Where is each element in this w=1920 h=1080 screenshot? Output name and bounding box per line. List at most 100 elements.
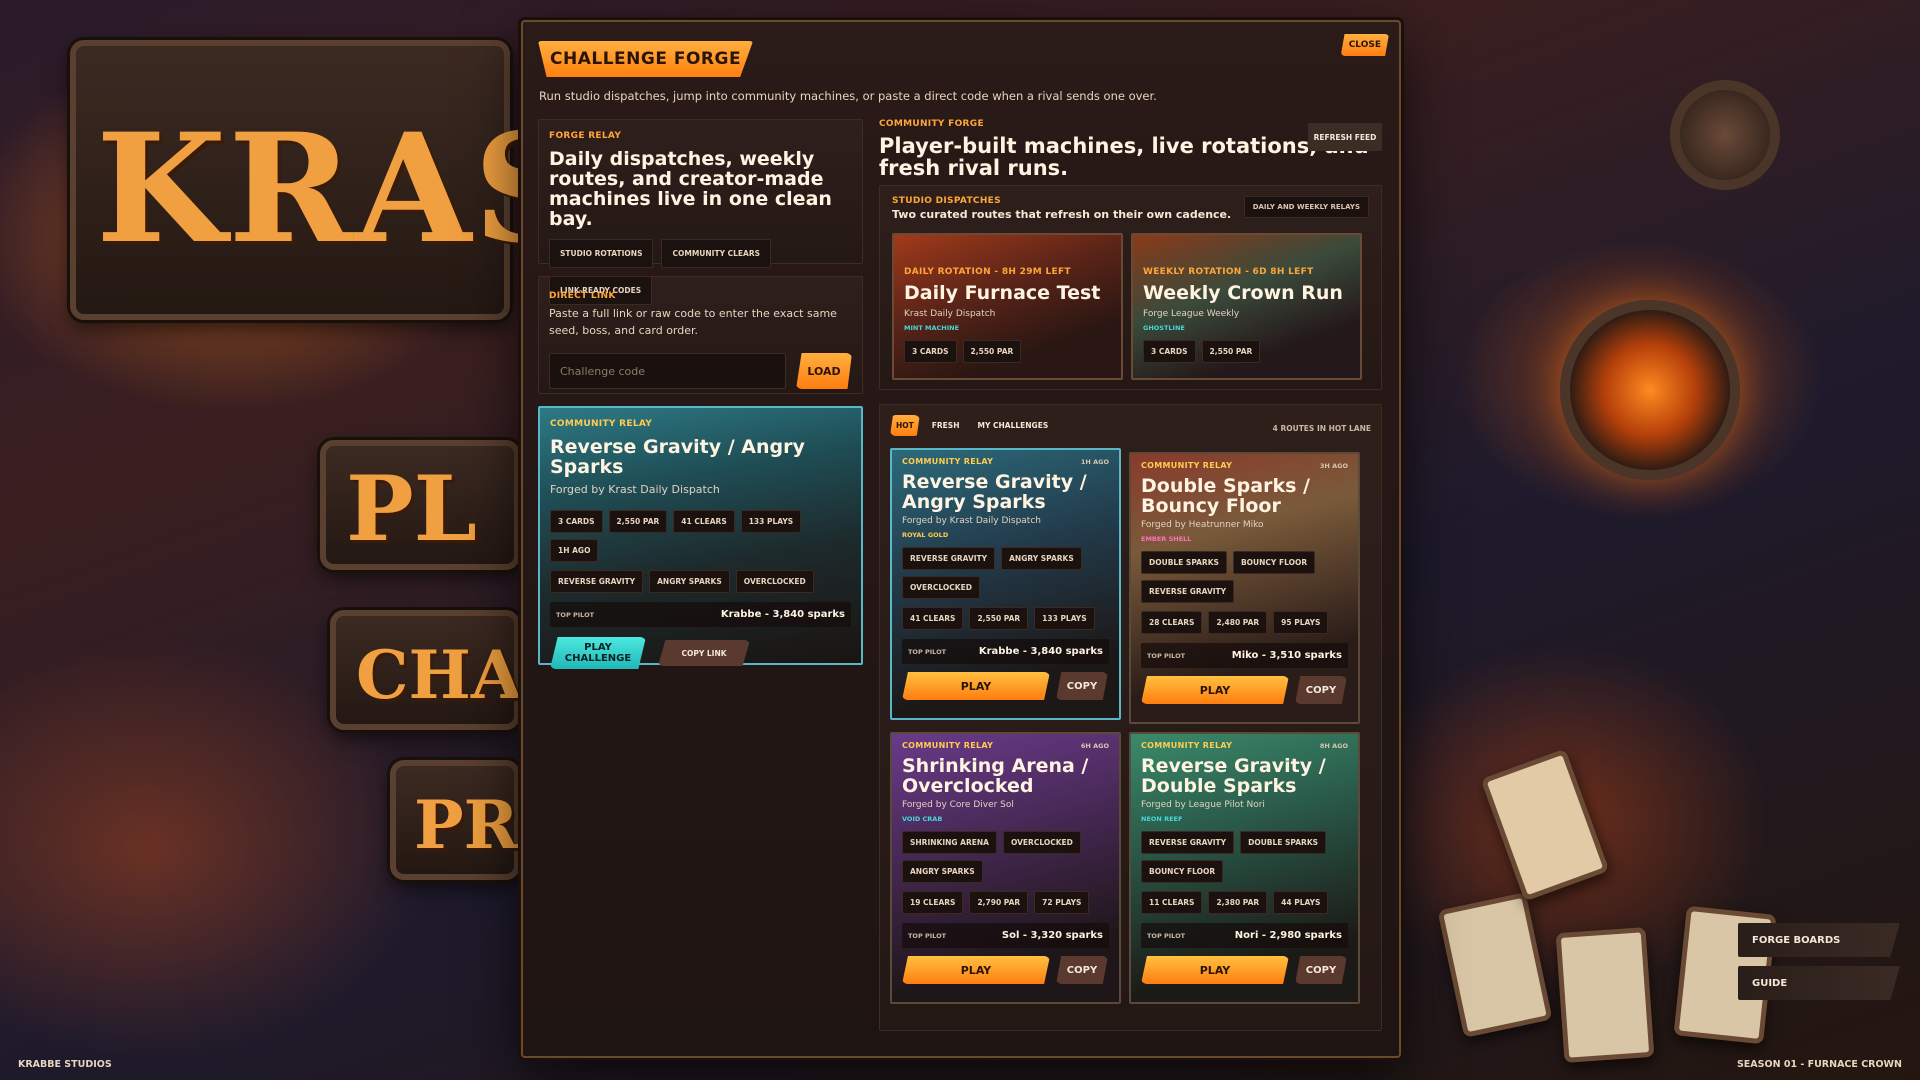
dispatch-by: Krast Daily Dispatch [904,309,996,319]
mod-chip: REVERSE GRAVITY [550,570,644,593]
copy-button[interactable]: COPY [1056,956,1108,984]
community-forge-header: COMMUNITY FORGE Player-built machines, l… [879,119,1382,179]
stat-chip: 2,550 PAR [1201,340,1261,363]
featured-kicker: COMMUNITY RELAY [550,419,653,429]
forge-relay-box: FORGE RELAY Daily dispatches, weekly rou… [538,119,863,305]
load-button[interactable]: LOAD [796,353,852,389]
background-sign-play-text: PL [346,456,477,562]
dispatch-kicker: WEEKLY ROTATION - 6D 8H LEFT [1143,267,1314,277]
route-title: Double Sparks / Bouncy Floor [1141,475,1310,517]
relays-pill: DAILY AND WEEKLY RELAYS [1243,196,1369,218]
stat-chip: 2,480 PAR [1208,611,1268,634]
dispatch-grid: DAILY ROTATION - 8H 29M LEFT Daily Furna… [892,233,1369,380]
play-button[interactable]: PLAY [1141,956,1289,984]
route-tag: NEON REEF [1141,815,1183,823]
top-pilot-value: Sol - 3,320 sparks [1001,930,1103,941]
copy-button[interactable]: COPY [1295,956,1347,984]
mod-chip: OVERCLOCKED [902,576,980,599]
mod-chip: BOUNCY FLOOR [1141,860,1224,883]
stat-chip: 2,550 PAR [608,510,668,533]
dispatch-tag: MINT MACHINE [904,324,960,332]
direct-link-description: Paste a full link or raw code to enter t… [549,307,837,337]
background-sign-profile: PRO [390,760,576,880]
route-card[interactable]: COMMUNITY RELAY 8H AGO Reverse Gravity /… [1129,732,1360,1004]
mod-chip: SHRINKING ARENA [902,831,997,854]
dispatch-card-weekly[interactable]: WEEKLY ROTATION - 6D 8H LEFT Weekly Crow… [1131,233,1362,380]
challenge-code-input[interactable] [549,353,786,389]
left-column: FORGE RELAY Daily dispatches, weekly rou… [538,119,863,669]
studio-dispatches-box: STUDIO DISPATCHES Two curated routes tha… [879,185,1382,390]
route-card[interactable]: COMMUNITY RELAY 1H AGO Reverse Gravity /… [890,448,1121,720]
copy-button[interactable]: COPY [1295,676,1347,704]
route-stats: 28 CLEARS 2,480 PAR 95 PLAYS [1141,611,1348,634]
top-pilot-value: Krabbe - 3,840 sparks [720,609,845,620]
route-stats: 11 CLEARS 2,380 PAR 44 PLAYS [1141,891,1348,914]
mod-chip: DOUBLE SPARKS [1240,831,1327,854]
play-button[interactable]: PLAY [902,956,1050,984]
dispatch-card-daily[interactable]: DAILY ROTATION - 8H 29M LEFT Daily Furna… [892,233,1123,380]
studio-credit: KRABBE STUDIOS [18,1059,112,1070]
copy-link-button[interactable]: COPY LINK [658,640,750,666]
route-forged-by: Forged by Core Diver Sol [902,800,1014,810]
mod-chip: REVERSE GRAVITY [1141,831,1235,854]
route-time: 6H AGO [1080,741,1109,750]
mod-chip: DOUBLE SPARKS [1141,551,1227,574]
play-button[interactable]: PLAY [1141,676,1289,704]
stat-chip: 44 PLAYS [1273,891,1329,914]
challenge-forge-panel: CHALLENGE FORGE CLOSE Run studio dispatc… [521,20,1401,1058]
top-pilot-label: TOP PILOT [1147,651,1186,660]
copy-button[interactable]: COPY [1056,672,1108,700]
play-button[interactable]: PLAY [902,672,1050,700]
mod-chip: OVERCLOCKED [735,570,814,593]
featured-forged-by: Forged by Krast Daily Dispatch [550,483,720,496]
forge-relay-kicker: FORGE RELAY [549,131,622,141]
route-card[interactable]: COMMUNITY RELAY 6H AGO Shrinking Arena /… [890,732,1121,1004]
forge-boards-button[interactable]: FORGE BOARDS [1738,923,1900,957]
route-actions: PLAY COPY [1141,676,1348,704]
play-challenge-button[interactable]: PLAY CHALLENGE [550,637,646,669]
route-forged-by: Forged by Heatrunner Miko [1141,520,1264,530]
route-top-pilot: TOP PILOT Miko - 3,510 sparks [1141,643,1348,668]
dispatch-tag: GHOSTLINE [1143,324,1185,332]
route-stats: 19 CLEARS 2,790 PAR 72 PLAYS [902,891,1109,914]
dispatch-chips: 3 CARDS 2,550 PAR [1143,340,1350,363]
right-column: COMMUNITY FORGE Player-built machines, l… [879,119,1382,1031]
close-button[interactable]: CLOSE [1340,34,1389,56]
stat-chip: 19 CLEARS [902,891,964,914]
featured-challenge-card[interactable]: COMMUNITY RELAY Reverse Gravity / Angry … [538,406,863,669]
guide-button[interactable]: GUIDE [1738,966,1900,1000]
top-pilot-value: Nori - 2,980 sparks [1234,930,1342,941]
route-card-head: COMMUNITY RELAY 3H AGO [1141,461,1348,470]
route-card[interactable]: COMMUNITY RELAY 3H AGO Double Sparks / B… [1129,452,1360,724]
filter-tab-my-challenges[interactable]: MY CHALLENGES [971,415,1054,436]
route-card-head: COMMUNITY RELAY 1H AGO [902,457,1109,466]
stat-chip: 28 CLEARS [1141,611,1203,634]
dispatch-title: Weekly Crown Run [1143,282,1343,304]
chip: STUDIO ROTATIONS [549,239,654,268]
panel-title: CHALLENGE FORGE [538,41,754,77]
dispatch-by: Forge League Weekly [1143,309,1240,319]
refresh-feed-button[interactable]: REFRESH FEED [1308,123,1382,151]
featured-mods: REVERSE GRAVITY ANGRY SPARKS OVERCLOCKED [550,570,851,593]
stat-chip: 11 CLEARS [1141,891,1203,914]
route-kicker: COMMUNITY RELAY [1141,461,1233,470]
route-title: Shrinking Arena / Overclocked [902,755,1089,797]
mod-chip: OVERCLOCKED [1002,831,1081,854]
route-title: Reverse Gravity / Angry Sparks [902,471,1087,513]
background-logo: KRAS [96,101,584,277]
route-time: 8H AGO [1319,741,1348,750]
stat-chip: 3 CARDS [1143,340,1196,363]
forge-relay-heading: Daily dispatches, weekly routes, and cre… [549,148,832,230]
dispatch-kicker: DAILY ROTATION - 8H 29M LEFT [904,267,1071,277]
stat-chip: 95 PLAYS [1273,611,1329,634]
featured-title: Reverse Gravity / Angry Sparks [550,436,805,478]
direct-link-kicker: DIRECT LINK [549,291,616,301]
route-mods: DOUBLE SPARKS BOUNCY FLOOR REVERSE GRAVI… [1141,551,1348,603]
featured-stats: 3 CARDS 2,550 PAR 41 CLEARS 133 PLAYS 1H… [550,510,851,562]
filter-tab-fresh[interactable]: FRESH [926,415,966,436]
filter-tab-hot[interactable]: HOT [890,415,920,436]
code-row: LOAD [549,353,852,389]
route-top-pilot: TOP PILOT Nori - 2,980 sparks [1141,923,1348,948]
background-card [1555,927,1655,1063]
top-pilot-label: TOP PILOT [908,931,947,940]
